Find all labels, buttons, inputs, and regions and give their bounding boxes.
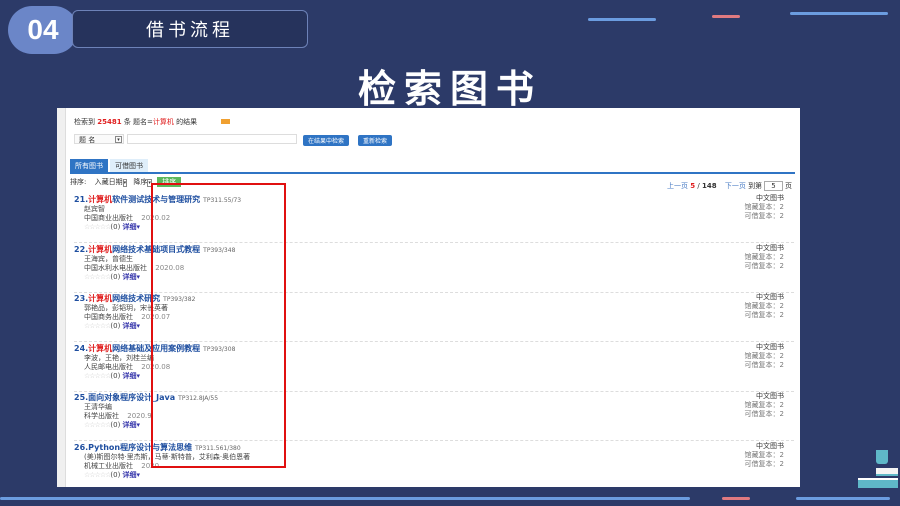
record-number: 21. [74, 195, 89, 204]
decor-line [796, 497, 890, 500]
summary-text: 条 题名= [123, 118, 153, 126]
rating-stars[interactable]: ☆☆☆☆☆ [84, 421, 111, 429]
record-publisher: 中国商业出版社 [84, 214, 133, 222]
tab-underline [70, 172, 795, 174]
summary-text: 检索到 [74, 118, 95, 126]
record-number: 22. [74, 244, 89, 254]
detail-toggle[interactable]: 详细▾ [123, 223, 141, 231]
sort-label: 排序: [70, 178, 87, 186]
current-page: 5 [690, 182, 696, 190]
detail-toggle[interactable]: 详细▾ [123, 421, 141, 429]
field-select-value: 题 名 [79, 136, 96, 144]
record-year: 2020.9 [127, 412, 152, 421]
holdings-count: 馆藏复本：2 [744, 302, 784, 311]
record-title-link[interactable]: 计算机网络技术研究 [88, 294, 160, 303]
pager: 上一页 5 / 148 下一页 到第 5 页 [667, 181, 792, 191]
sort-field-select[interactable]: 入藏日期 [95, 178, 123, 186]
prev-page-link[interactable]: 上一页 [667, 182, 688, 190]
record-type: 中文图书 [756, 293, 784, 302]
record-number: 26. [74, 443, 89, 452]
record-number: 25. [74, 393, 89, 403]
search-summary: 检索到 25481 条 题名=计算机 的结果 [74, 117, 231, 127]
sort-order-select[interactable]: 降序 [133, 178, 147, 186]
result-count: 25481 [97, 118, 122, 126]
rating-stars[interactable]: ☆☆☆☆☆ [84, 223, 111, 231]
available-count: 可借复本：2 [744, 261, 784, 270]
rating-count: (0) [110, 272, 121, 281]
field-select[interactable]: 题 名 ▾ [74, 134, 124, 144]
detail-toggle[interactable]: 详细▾ [123, 471, 141, 479]
goto-label: 到第 [748, 182, 763, 190]
search-input[interactable] [127, 134, 297, 144]
rating-stars[interactable]: ☆☆☆☆☆ [84, 322, 111, 330]
title-highlight: 计算机 [88, 343, 113, 353]
next-page-link[interactable]: 下一页 [725, 182, 746, 190]
goto-suffix: 页 [785, 182, 792, 190]
decor-line [790, 12, 888, 15]
highlight-box [151, 183, 286, 468]
available-count: 可借复本：2 [744, 212, 784, 220]
record-type: 中文图书 [756, 442, 784, 450]
record-publisher: 科学出版社 [84, 412, 119, 421]
search-keyword: 计算机 [152, 118, 174, 126]
holdings-count: 馆藏复本：2 [744, 203, 784, 211]
record-type: 中文图书 [756, 392, 784, 401]
available-count: 可借复本：2 [744, 460, 784, 468]
goto-page-select[interactable]: 5 [764, 181, 783, 191]
decor-line [0, 497, 690, 500]
section-title: 借书流程 [72, 10, 308, 48]
rating-stars[interactable]: ☆☆☆☆☆ [84, 372, 111, 380]
decor-line [712, 15, 740, 18]
holdings-count: 馆藏复本：2 [744, 451, 784, 459]
holdings-count: 馆藏复本：2 [744, 252, 784, 261]
detail-toggle[interactable]: 详细▾ [123, 322, 141, 330]
title-highlight: 计算机 [88, 195, 113, 204]
record-publisher: 机械工业出版社 [84, 462, 133, 470]
rating-count: (0) [110, 223, 121, 231]
available-count: 可借复本：2 [744, 360, 784, 369]
search-within-button[interactable]: 在结果中检索 [303, 135, 350, 146]
total-pages: 148 [701, 182, 717, 190]
decor-line [722, 497, 750, 500]
title-highlight: 计算机 [88, 294, 113, 304]
rating-count: (0) [110, 471, 121, 479]
record-publisher: 中国水利水电出版社 [84, 263, 147, 272]
detail-toggle[interactable]: 详细▾ [123, 372, 141, 380]
rating-stars[interactable]: ☆☆☆☆☆ [84, 273, 111, 281]
detail-toggle[interactable]: 详细▾ [123, 273, 141, 281]
left-frame [57, 108, 66, 487]
holdings-count: 馆藏复本：2 [744, 351, 784, 360]
decor-line [588, 18, 656, 21]
tab-all-books[interactable]: 所有图书 [70, 159, 108, 173]
new-search-button[interactable]: 重新检索 [358, 135, 393, 146]
books-coffee-icon [858, 444, 898, 494]
rating-count: (0) [110, 322, 121, 331]
available-count: 可借复本：2 [744, 410, 784, 419]
section-number-badge: 04 [8, 6, 78, 54]
title-highlight: 计算机 [88, 244, 113, 254]
record-number: 24. [74, 343, 89, 353]
summary-text: 的结果 [176, 118, 198, 126]
record-type: 中文图书 [756, 194, 784, 202]
record-type: 中文图书 [756, 243, 784, 252]
available-count: 可借复本：2 [744, 311, 784, 320]
rating-count: (0) [110, 371, 121, 380]
slide-heading: 检索图书 [357, 66, 542, 111]
record-publisher: 中国商务出版社 [84, 313, 133, 322]
record-type: 中文图书 [756, 342, 784, 351]
rating-stars[interactable]: ☆☆☆☆☆ [84, 471, 111, 479]
record-number: 23. [74, 294, 89, 304]
record-publisher: 人民邮电出版社 [84, 362, 133, 371]
tab-available-books[interactable]: 可借图书 [110, 159, 148, 173]
rating-count: (0) [110, 421, 121, 430]
rss-icon[interactable] [221, 119, 231, 124]
holdings-count: 馆藏复本：2 [744, 401, 784, 410]
